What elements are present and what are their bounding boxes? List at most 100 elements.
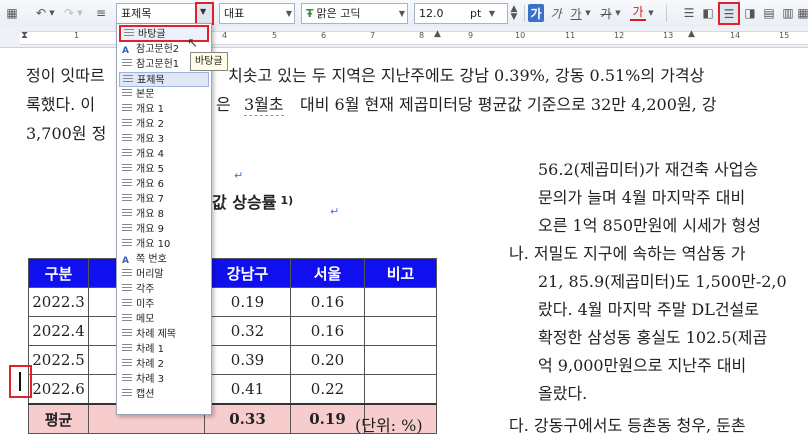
style-option[interactable]: 개요 5 [119,162,209,177]
paragraph-icon[interactable]: ▦ [4,4,20,22]
table-cell[interactable]: 2022.6 [28,374,89,405]
table-cell[interactable]: 0.33 [204,403,291,434]
font-color-dropdown-icon[interactable]: ▼ [647,4,655,22]
style-option-selected[interactable]: 표제목 [119,72,209,87]
italic-button[interactable]: 가 [548,4,564,22]
table-cell[interactable] [364,345,437,375]
style-dropdown-list[interactable]: 바탕글 A 참고문헌2 참고문헌1 표제목 본문 개요 1 개요 2 개요 3 개… [116,23,212,415]
table-cell[interactable] [364,316,437,346]
style-list-icon[interactable]: ≡ [94,4,108,22]
font-language-combo[interactable]: 대표 ▼ [219,3,295,24]
style-option[interactable]: 본문 [119,87,209,102]
distribute-icon[interactable]: ▤ [761,4,777,22]
table-cell[interactable] [364,374,437,405]
style-option[interactable]: 개요 3 [119,132,209,147]
style-option[interactable]: 개요 6 [119,177,209,192]
left-indent-marker-icon[interactable]: ⧗ [21,30,28,41]
bold-button[interactable]: 가 [528,4,544,22]
table-cell[interactable]: 2022.3 [28,287,89,317]
style-option[interactable]: 개요 8 [119,207,209,222]
table-cell[interactable]: 평균 [28,403,89,434]
table-header-cell[interactable]: 강남구 [204,258,291,288]
chevron-down-icon: ▼ [488,9,495,18]
style-option[interactable]: 차례 1 [119,342,209,357]
paragraph-style-icon [122,194,132,203]
style-option[interactable]: A쪽 번호 [119,252,209,267]
table-cell[interactable]: 0.16 [290,287,365,317]
price-change-table[interactable]: 구분 강남구 서울 비고 2022.3 0.19 0.16 2022.4 0.3… [28,258,437,434]
right-col-line: 억 9,000만원으로 지난주 대비 [538,356,747,375]
style-option[interactable]: 메모 [119,312,209,327]
redo-dropdown-icon[interactable]: ▼ [76,4,84,22]
paragraph-style-icon [122,314,132,323]
align-left-icon[interactable]: ◧ [700,4,716,22]
style-option[interactable]: 각주 [119,282,209,297]
right-indent-marker-icon[interactable]: ▲ [688,29,695,39]
para1-line1-left: 정이 잇따르 [26,66,105,85]
table-cell[interactable]: 0.32 [204,316,291,346]
style-option[interactable]: 개요 1 [119,102,209,117]
table-unit-note: (단위: %) [355,416,423,435]
para1-line2-date: 3월초 [244,91,284,116]
align-justify-icon[interactable]: ☰ [681,4,697,22]
table-cell[interactable]: 2022.5 [28,345,89,375]
strikethrough-button[interactable]: 가 [598,4,614,22]
table-cell[interactable]: 0.22 [290,374,365,405]
chevron-down-icon: ▼ [285,9,292,18]
paragraph-style-icon [123,75,133,84]
underline-dropdown-icon[interactable]: ▼ [584,4,592,22]
table-cell[interactable]: 2022.4 [28,316,89,346]
table-cell[interactable] [364,287,437,317]
mouse-pointer-icon: ↖ [187,36,198,51]
cursor-highlight-box [9,365,32,398]
table-cell[interactable]: 0.20 [290,345,365,375]
font-name-value: 맑은 고딕 [316,7,361,20]
paragraph-return-icon: ↵ [330,205,340,218]
align-center-icon[interactable]: ☰ [718,2,740,25]
style-option[interactable]: 차례 제목 [119,327,209,342]
align-right-icon[interactable]: ◨ [742,4,758,22]
ruler-number: 10 [515,31,526,40]
table-cell[interactable]: 0.41 [204,374,291,405]
table-header-cell[interactable]: 비고 [364,258,437,288]
underline-button[interactable]: 가 [568,4,584,22]
style-option[interactable]: 개요 10 [119,237,209,252]
table-cell[interactable]: 0.19 [290,403,365,434]
more-align-icon[interactable]: ▦ [797,4,808,22]
paragraph-style-icon [122,224,132,233]
redo-icon[interactable]: ↷ [62,4,76,22]
paragraph-style-icon [122,299,132,308]
style-option[interactable]: 개요 7 [119,192,209,207]
font-type-icon: Ŧ [306,7,314,20]
strike-dropdown-icon[interactable]: ▼ [614,4,622,22]
ruler-number: 6 [321,31,327,40]
style-option[interactable]: 캡션 [119,387,209,402]
style-option[interactable]: 미주 [119,297,209,312]
style-dropdown-button[interactable]: ▼ [195,2,214,25]
table-cell[interactable]: 0.19 [204,287,291,317]
table-header-cell[interactable]: 구분 [28,258,89,288]
divide-align-icon[interactable]: ▥ [780,4,796,22]
style-combo-value: 표제목 [121,7,152,20]
font-name-combo[interactable]: Ŧ 맑은 고딕 ▼ [301,3,408,24]
table-cell[interactable]: 0.16 [290,316,365,346]
style-option[interactable]: 차례 2 [119,357,209,372]
style-option[interactable]: 개요 2 [119,117,209,132]
undo-icon[interactable]: ↶ [34,4,48,22]
table-header-cell[interactable]: 서울 [290,258,365,288]
para1-line2-mid: 은 [216,95,231,114]
style-option[interactable]: 머리말 [119,267,209,282]
font-size-spin-icon[interactable]: ▲ ▼ [509,4,519,22]
font-size-combo[interactable]: 12.0 pt ▼ [414,3,508,24]
style-option[interactable]: 개요 9 [119,222,209,237]
chevron-down-icon: ▼ [398,9,405,18]
style-option[interactable]: 차례 3 [119,372,209,387]
font-color-button[interactable]: 가 [630,4,646,21]
paragraph-style-icon [122,359,132,368]
table-cell[interactable]: 0.39 [204,345,291,375]
undo-dropdown-icon[interactable]: ▼ [48,4,56,22]
char-style-icon: A [122,46,129,56]
style-option[interactable]: 개요 4 [119,147,209,162]
paragraph-style-icon [122,374,132,383]
center-indent-marker-icon[interactable]: ▲ [434,29,441,39]
